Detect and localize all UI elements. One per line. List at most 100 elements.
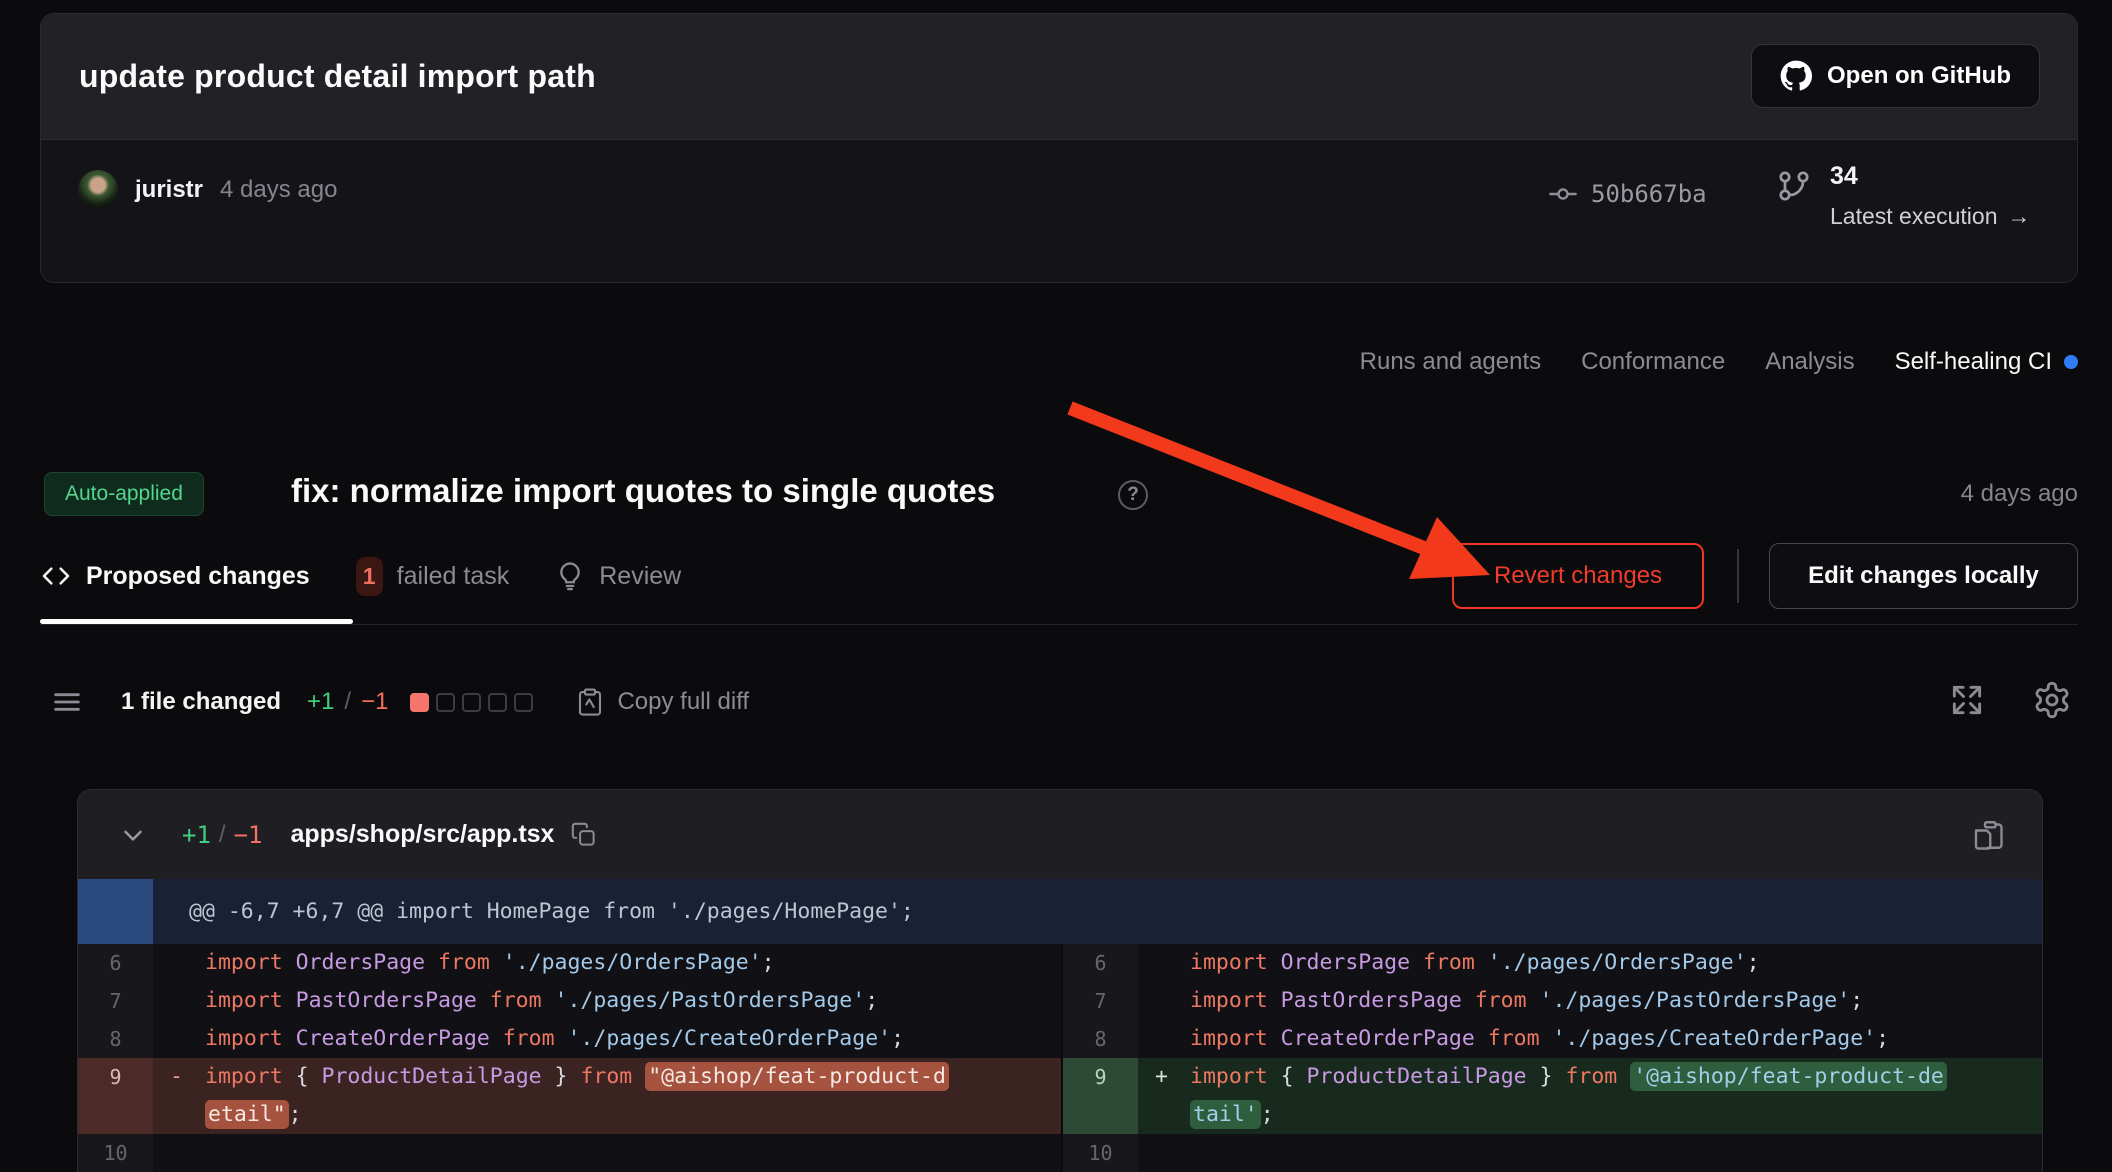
code-token <box>283 1064 296 1089</box>
code-token: from <box>503 1026 555 1051</box>
tab-review[interactable]: Review <box>555 561 681 591</box>
notification-dot <box>2064 355 2078 369</box>
chevron-down-icon[interactable] <box>118 820 148 850</box>
code-token <box>1527 1064 1540 1089</box>
code-icon <box>40 560 72 592</box>
lightbulb-icon <box>555 561 585 591</box>
code-token <box>283 988 296 1013</box>
code-token: from <box>1488 1026 1540 1051</box>
latest-execution-link[interactable]: Latest execution → <box>1830 203 2031 230</box>
author-name: juristr <box>135 176 203 204</box>
code-token: ; <box>289 1102 302 1127</box>
tab-failed-task[interactable]: 1 failed task <box>356 557 510 596</box>
code-cell <box>153 1134 1061 1172</box>
failed-count-badge: 1 <box>356 557 383 596</box>
line-number: 10 <box>78 1134 153 1172</box>
button-divider <box>1737 549 1739 603</box>
line-number: 7 <box>78 982 153 1020</box>
code-token: import <box>205 950 283 975</box>
code-token: ProductDetailPage <box>322 1064 542 1089</box>
code-token <box>542 1064 555 1089</box>
code-token: import <box>205 988 283 1013</box>
code-token <box>1617 1064 1630 1089</box>
fullscreen-icon[interactable] <box>1948 681 1986 719</box>
code-cell: + import { ProductDetailPage } from '@ais… <box>1138 1058 2042 1134</box>
code-token: ; <box>1261 1102 1274 1127</box>
tab-proposed-changes[interactable]: Proposed changes <box>40 560 310 592</box>
diff-marker: + <box>1155 1058 1168 1096</box>
commit-sha-group[interactable]: 50b667ba <box>1547 178 1707 210</box>
code-token: './pages/OrdersPage' <box>1488 950 1747 975</box>
nav-tab-analysis[interactable]: Analysis <box>1765 348 1854 376</box>
code-token: from <box>1565 1064 1617 1089</box>
author-row: juristr 4 days ago <box>78 170 337 210</box>
code-token <box>1540 1026 1553 1051</box>
nav-tab-self-healing-ci[interactable]: Self-healing CI <box>1895 348 2078 376</box>
code-token: import <box>1190 950 1268 975</box>
diff-card: +1 / −1 apps/shop/src/app.tsx @@ -6,7 +6… <box>77 789 2043 1172</box>
code-line: etail"; <box>205 1096 1061 1134</box>
code-token <box>1268 988 1281 1013</box>
code-line <box>205 1134 1061 1172</box>
code-line: import PastOrdersPage from './pages/Past… <box>1190 982 2042 1020</box>
additions-count: +1 <box>307 688 334 716</box>
copy-full-diff-button[interactable]: Copy full diff <box>575 686 749 718</box>
line-number: 9 <box>78 1058 153 1134</box>
github-icon <box>1780 60 1812 92</box>
code-token: tail' <box>1190 1100 1261 1129</box>
hunk-gutter-block <box>78 879 153 944</box>
commit-card-body: juristr 4 days ago 50b667ba 34 Latest ex… <box>41 140 2077 282</box>
diff-blocks <box>410 693 533 712</box>
page: update product detail import path Open o… <box>0 0 2112 1172</box>
fix-tabs: Proposed changes 1 failed task Review <box>40 552 681 600</box>
revert-changes-button[interactable]: Revert changes <box>1452 543 1704 609</box>
code-line <box>1190 1134 2042 1172</box>
code-line: import CreateOrderPage from './pages/Cre… <box>205 1020 1061 1058</box>
code-token: from <box>490 988 542 1013</box>
active-tab-underline <box>40 619 353 624</box>
file-additions: +1 <box>182 821 211 849</box>
code-token <box>568 1064 581 1089</box>
code-token: etail" <box>205 1100 289 1129</box>
code-token <box>425 950 438 975</box>
latest-execution-label: Latest execution <box>1830 203 1998 230</box>
copy-full-diff-label: Copy full diff <box>617 688 749 716</box>
code-cell: import CreateOrderPage from './pages/Cre… <box>1138 1020 2042 1058</box>
line-number: 10 <box>1063 1134 1138 1172</box>
file-list-menu-icon[interactable] <box>51 686 83 718</box>
line-number: 6 <box>78 944 153 982</box>
nav-tab-conformance[interactable]: Conformance <box>1581 348 1725 376</box>
tab-review-label: Review <box>599 562 681 591</box>
auto-applied-badge: Auto-applied <box>44 472 204 516</box>
code-line: import { ProductDetailPage } from "@aish… <box>205 1058 1061 1096</box>
gear-icon[interactable] <box>2032 680 2072 720</box>
code-token <box>555 1026 568 1051</box>
line-number: 8 <box>78 1020 153 1058</box>
edit-changes-locally-button[interactable]: Edit changes locally <box>1769 543 2078 609</box>
code-token: } <box>555 1064 568 1089</box>
diff-row: 6import OrdersPage from './pages/OrdersP… <box>1063 944 2042 982</box>
code-token: import <box>1190 1026 1268 1051</box>
code-token: CreateOrderPage <box>1281 1026 1475 1051</box>
execution-group: 34 Latest execution → <box>1776 162 2031 230</box>
code-token: './pages/CreateOrderPage' <box>567 1026 891 1051</box>
code-token <box>1475 1026 1488 1051</box>
code-cell <box>1138 1134 2042 1172</box>
diff-row: 6import OrdersPage from './pages/OrdersP… <box>78 944 1061 982</box>
diff-marker: - <box>170 1058 183 1096</box>
code-token <box>1410 950 1423 975</box>
help-icon[interactable]: ? <box>1118 480 1148 510</box>
open-on-github-button[interactable]: Open on GitHub <box>1751 44 2040 108</box>
code-token: ProductDetailPage <box>1307 1064 1527 1089</box>
nav-tabs: Runs and agents Conformance Analysis Self-h… <box>1360 348 2078 376</box>
code-token: ; <box>865 988 878 1013</box>
code-token: ; <box>762 950 775 975</box>
avatar[interactable] <box>78 170 118 210</box>
copy-file-diff-icon[interactable] <box>1970 816 2006 854</box>
fix-timestamp: 4 days ago <box>1961 480 2078 508</box>
code-line: import { ProductDetailPage } from '@aish… <box>1190 1058 2042 1096</box>
copy-path-icon[interactable] <box>570 821 597 848</box>
nav-tab-runs-and-agents[interactable]: Runs and agents <box>1360 348 1541 376</box>
code-token: ; <box>1876 1026 1889 1051</box>
auto-applied-label: Auto-applied <box>65 482 183 506</box>
